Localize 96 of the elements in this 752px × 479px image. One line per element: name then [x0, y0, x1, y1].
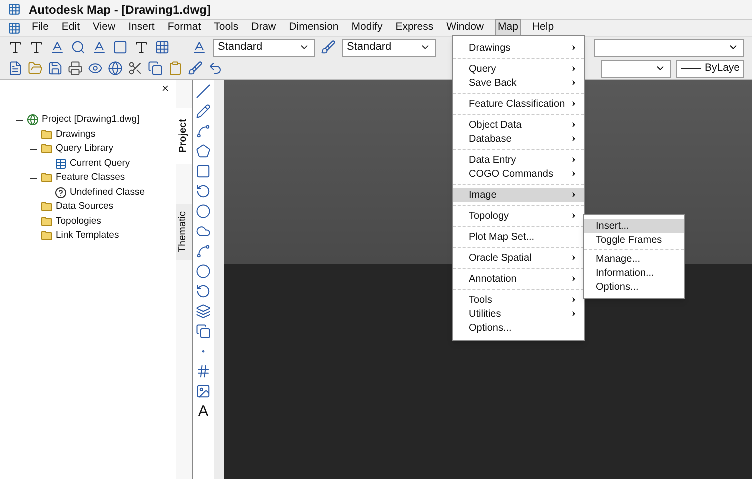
- linetype-dropdown[interactable]: ByLaye: [676, 60, 744, 78]
- insert-block-icon[interactable]: [196, 324, 211, 339]
- menu-entry[interactable]: Feature Classification: [453, 97, 584, 111]
- ellipse-icon[interactable]: [196, 264, 211, 279]
- menu-entry[interactable]: Plot Map Set...: [453, 230, 584, 244]
- layer-dropdown[interactable]: [594, 38, 744, 56]
- hatch-icon[interactable]: [196, 364, 211, 379]
- style-dropdown[interactable]: Standard: [213, 38, 315, 56]
- open-folder-icon[interactable]: [28, 61, 43, 76]
- tree-item[interactable]: Link Templates: [56, 229, 120, 244]
- save-icon[interactable]: [48, 61, 63, 76]
- menu-item[interactable]: Insert: [126, 20, 157, 36]
- menu-item[interactable]: Window: [444, 20, 486, 36]
- menu-entry[interactable]: Query: [453, 62, 584, 76]
- window-title: Autodesk Map - [Drawing1.dwg]: [29, 2, 212, 18]
- ellipse-arc-icon[interactable]: [196, 284, 211, 299]
- menu-entry[interactable]: Information...: [584, 266, 684, 280]
- preview-icon[interactable]: [88, 61, 103, 76]
- menu-entry[interactable]: Toggle Frames: [584, 233, 684, 247]
- panel-tab[interactable]: Thematic: [176, 204, 192, 260]
- menu-item[interactable]: Modify: [350, 20, 385, 36]
- panel-tab[interactable]: Project: [176, 108, 192, 164]
- menu-item[interactable]: Dimension: [287, 20, 341, 36]
- dimension-style-icon[interactable]: [321, 40, 336, 55]
- tree-item[interactable]: Current Query: [70, 156, 130, 171]
- folder-icon: [41, 201, 53, 214]
- folder-icon: [41, 143, 53, 156]
- tree-item[interactable]: Topologies: [56, 214, 102, 229]
- polygon-icon[interactable]: [196, 144, 211, 159]
- menu-entry[interactable]: Drawings: [453, 41, 584, 55]
- folder-icon: [41, 172, 53, 184]
- tree-item[interactable]: Project [Drawing1.dwg]: [42, 113, 140, 128]
- copy-icon[interactable]: [148, 61, 163, 76]
- undo-icon[interactable]: [208, 61, 223, 76]
- app-icon: [8, 3, 21, 16]
- menu-entry[interactable]: Insert...: [584, 219, 684, 233]
- menu-entry[interactable]: Topology: [453, 209, 584, 223]
- text-style-icon[interactable]: [92, 40, 107, 55]
- tree-item[interactable]: Feature Classes: [56, 171, 126, 186]
- tree-item[interactable]: Drawings: [56, 128, 96, 142]
- folder-icon: [41, 230, 53, 242]
- tree-item[interactable]: Query Library: [56, 142, 114, 156]
- text-tool[interactable]: A: [198, 404, 208, 420]
- folder-icon: [41, 128, 53, 141]
- paste-icon[interactable]: [168, 61, 183, 76]
- menu-entry[interactable]: Image: [453, 188, 584, 202]
- menu-entry[interactable]: Object Data: [453, 118, 584, 132]
- menu-item[interactable]: View: [91, 20, 118, 36]
- line-icon[interactable]: [196, 84, 211, 99]
- menu-item[interactable]: Help: [530, 20, 556, 36]
- color-dropdown[interactable]: [601, 60, 671, 78]
- new-file-icon[interactable]: [8, 61, 23, 76]
- cloud-icon[interactable]: [196, 224, 211, 239]
- publish-icon[interactable]: [108, 61, 123, 76]
- menu-entry[interactable]: Utilities: [453, 307, 584, 321]
- menu-entry[interactable]: Annotation: [453, 272, 584, 286]
- circle-icon[interactable]: [196, 204, 211, 219]
- print-icon[interactable]: [68, 61, 83, 76]
- polyline-icon[interactable]: [196, 124, 211, 139]
- menu-entry[interactable]: Save Back: [453, 76, 584, 90]
- menu-item[interactable]: Draw: [250, 20, 278, 36]
- cut-icon[interactable]: [128, 61, 143, 76]
- menu-entry[interactable]: Options...: [584, 280, 684, 294]
- menu-entry[interactable]: Manage...: [584, 252, 684, 266]
- scale-text-icon[interactable]: [134, 40, 149, 55]
- globe-icon: [27, 114, 39, 126]
- style-dropdown[interactable]: Standard: [342, 38, 436, 56]
- arc-icon[interactable]: [196, 184, 211, 199]
- menu-entry[interactable]: Database: [453, 132, 584, 146]
- pencil-icon[interactable]: [196, 104, 211, 119]
- menu-entry[interactable]: Tools: [453, 293, 584, 307]
- text-icon[interactable]: [8, 40, 23, 55]
- menu-entry[interactable]: Oracle Spatial: [453, 251, 584, 265]
- menu-item[interactable]: File: [30, 20, 51, 36]
- menu-item[interactable]: Format: [166, 20, 204, 36]
- find-text-icon[interactable]: [71, 40, 86, 55]
- tree-item[interactable]: Undefined Classe: [70, 186, 145, 200]
- rectangle-icon[interactable]: [196, 164, 211, 179]
- query-icon: [55, 158, 67, 170]
- close-icon[interactable]: [161, 84, 170, 93]
- text-style-icon[interactable]: [192, 40, 207, 55]
- match-properties-icon[interactable]: [188, 61, 203, 76]
- question-icon: [55, 186, 67, 199]
- folder-icon: [41, 216, 53, 228]
- block-icon[interactable]: [196, 304, 211, 319]
- menu-item[interactable]: Tools: [212, 20, 241, 36]
- multiline-text-icon[interactable]: [29, 40, 44, 55]
- tree-item[interactable]: Data Sources: [56, 200, 114, 214]
- menu-item[interactable]: Edit: [60, 20, 82, 36]
- menu-item[interactable]: Express: [394, 20, 436, 36]
- spline-icon[interactable]: [196, 244, 211, 259]
- menu-entry[interactable]: Options...: [453, 321, 584, 335]
- menu-entry[interactable]: COGO Commands: [453, 167, 584, 181]
- menu-entry[interactable]: Data Entry: [453, 153, 584, 167]
- text-frame-icon[interactable]: [113, 40, 128, 55]
- edit-text-icon[interactable]: [50, 40, 65, 55]
